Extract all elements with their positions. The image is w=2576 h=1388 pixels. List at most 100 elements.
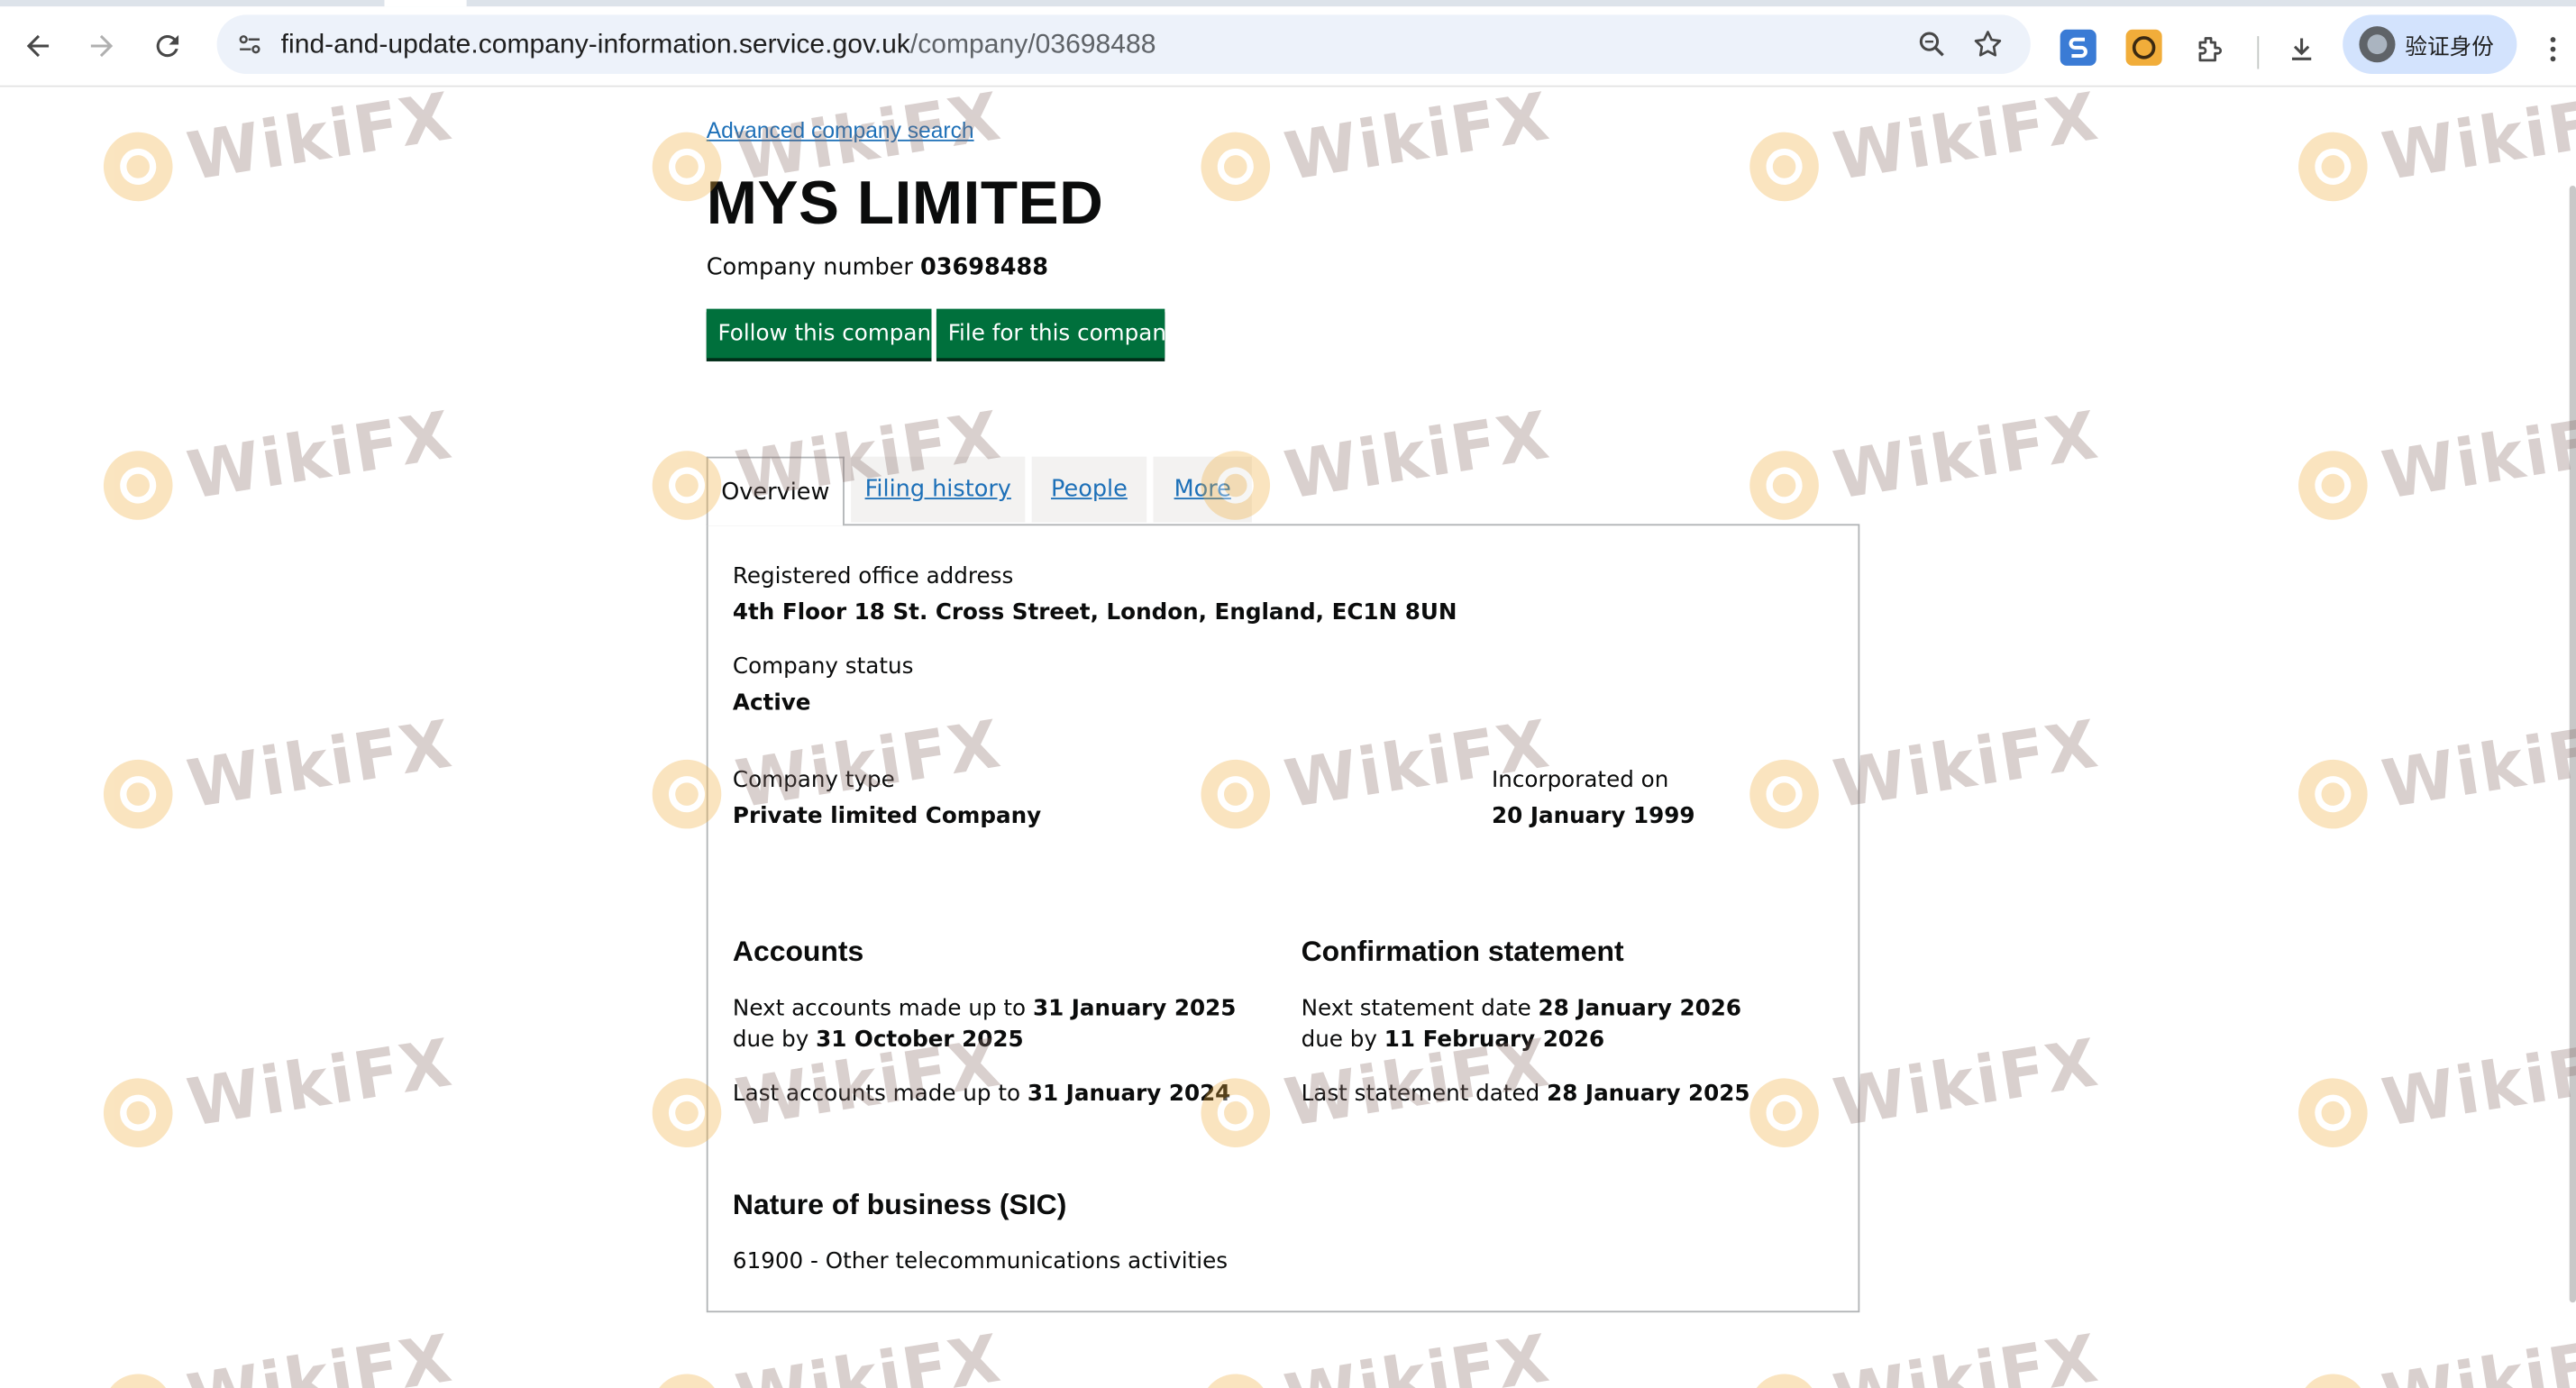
extension-wikifx-icon[interactable]	[2125, 29, 2162, 66]
company-status-value: Active	[732, 689, 811, 717]
statement-due-line: due by 11 February 2026	[1302, 1027, 1605, 1053]
browser-toolbar: find-and-update.company-information.serv…	[0, 6, 2576, 87]
watermark-text: WikiFX	[182, 1026, 458, 1143]
next-statement-value: 28 January 2026	[1538, 995, 1742, 1022]
page-scrollbar[interactable]	[2569, 185, 2576, 1303]
watermark-text: WikiFX	[1828, 707, 2105, 824]
statement-due-label: due by	[1301, 1027, 1377, 1054]
watermark-text: WikiFX	[1828, 1026, 2105, 1143]
extension-s-icon[interactable]	[2060, 29, 2096, 66]
wikifx-watermark: WikiFX	[1744, 398, 2104, 528]
wikifx-watermark: WikiFX	[98, 1321, 458, 1388]
wikifx-watermark: WikiFX	[98, 708, 458, 837]
forward-icon[interactable]	[82, 26, 122, 66]
avatar	[2359, 26, 2396, 63]
accounts-due-label: due by	[732, 1027, 809, 1054]
watermark-text: WikiFX	[1280, 397, 1556, 516]
wikifx-logo-icon	[2293, 754, 2373, 834]
next-accounts-line: Next accounts made up to 31 January 2025	[733, 995, 1236, 1021]
extensions-puzzle-icon[interactable]	[2190, 30, 2230, 69]
page-title: MYS LIMITED	[706, 169, 1104, 237]
watermark-text: WikiFX	[2377, 1321, 2576, 1388]
page-content: Advanced company search MYS LIMITED Comp…	[0, 87, 2576, 1388]
wikifx-watermark: WikiFX	[98, 87, 458, 210]
watermark-text: WikiFX	[182, 87, 458, 196]
next-statement-label: Next statement date	[1301, 995, 1531, 1022]
next-accounts-label: Next accounts made up to	[732, 995, 1027, 1022]
wikifx-logo-icon	[2293, 445, 2373, 525]
last-accounts-line: Last accounts made up to 31 January 2024	[733, 1081, 1230, 1107]
statement-due-value: 11 February 2026	[1384, 1027, 1605, 1054]
wikifx-watermark: WikiFX	[2293, 87, 2576, 210]
tab-filing-history[interactable]: Filing history	[851, 456, 1026, 523]
watermark-text: WikiFX	[2377, 87, 2576, 196]
last-accounts-value: 31 January 2024	[1027, 1081, 1231, 1108]
wikifx-logo-icon	[98, 754, 178, 834]
next-accounts-value: 31 January 2025	[1032, 995, 1237, 1022]
tab-more[interactable]: More	[1153, 456, 1252, 523]
watermark-text: WikiFX	[2377, 707, 2576, 824]
bookmark-star-icon[interactable]	[1969, 24, 2008, 64]
url-text[interactable]: find-and-update.company-information.serv…	[281, 28, 1156, 60]
wikifx-watermark: WikiFX	[647, 1321, 1007, 1388]
tab-people[interactable]: People	[1031, 456, 1147, 523]
download-icon[interactable]	[2282, 30, 2322, 69]
active-tab-indicator	[384, 0, 467, 7]
company-number-row: Company number 03698488	[707, 254, 1048, 280]
incorporated-label: Incorporated on	[1492, 767, 1669, 794]
registered-office-value: 4th Floor 18 St. Cross Street, London, E…	[732, 599, 1457, 626]
wikifx-watermark: WikiFX	[1195, 87, 1555, 210]
last-statement-label: Last statement dated	[1301, 1081, 1540, 1108]
incorporated-value: 20 January 1999	[1492, 803, 1695, 830]
wikifx-logo-icon	[2293, 1368, 2373, 1388]
zoom-icon[interactable]	[1913, 24, 1952, 64]
address-bar[interactable]: find-and-update.company-information.serv…	[216, 14, 2031, 75]
wikifx-logo-icon	[98, 127, 178, 206]
follow-company-button[interactable]: Follow this company	[706, 308, 945, 359]
confirmation-heading: Confirmation statement	[1301, 935, 1624, 968]
wikifx-watermark: WikiFX	[98, 1026, 458, 1155]
sic-heading: Nature of business (SIC)	[732, 1187, 1067, 1221]
last-statement-value: 28 January 2025	[1547, 1081, 1750, 1108]
wikifx-watermark: WikiFX	[2293, 1026, 2576, 1155]
profile-chip[interactable]: 验证身份	[2343, 14, 2517, 75]
url-path: /company/03698488	[909, 29, 1156, 59]
back-icon[interactable]	[18, 26, 58, 66]
wikifx-logo-icon	[1195, 127, 1275, 206]
overview-panel: Registered office address 4th Floor 18 S…	[706, 524, 1860, 1313]
company-type-value: Private limited Company	[732, 803, 1042, 830]
accounts-heading: Accounts	[732, 935, 864, 968]
wikifx-logo-icon	[2293, 1073, 2373, 1153]
last-accounts-label: Last accounts made up to	[732, 1081, 1021, 1108]
watermark-text: WikiFX	[182, 707, 458, 824]
company-type-label: Company type	[732, 767, 895, 794]
wikifx-watermark: WikiFX	[2293, 398, 2576, 528]
company-status-label: Company status	[732, 653, 914, 680]
sic-item: 61900 - Other telecommunications activit…	[732, 1248, 1229, 1275]
site-info-icon[interactable]	[230, 24, 269, 64]
tab-overview[interactable]: Overview	[706, 456, 845, 526]
wikifx-logo-icon	[1195, 1368, 1275, 1388]
wikifx-logo-icon	[647, 1368, 726, 1388]
tab-strip	[0, 0, 2576, 7]
next-statement-line: Next statement date 28 January 2026	[1302, 995, 1741, 1021]
file-for-company-button[interactable]: File for this company	[936, 308, 1179, 359]
watermark-text: WikiFX	[2377, 397, 2576, 516]
menu-kebab-icon[interactable]	[2534, 30, 2573, 69]
profile-label: 验证身份	[2405, 34, 2494, 61]
reload-icon[interactable]	[148, 26, 187, 66]
wikifx-logo-icon	[98, 1368, 178, 1388]
watermark-text: WikiFX	[2377, 1026, 2576, 1143]
company-number-label: Company number	[706, 254, 913, 281]
watermark-text: WikiFX	[1828, 1321, 2105, 1388]
wikifx-watermark: WikiFX	[98, 398, 458, 528]
wikifx-watermark: WikiFX	[1744, 1321, 2104, 1388]
advanced-search-link[interactable]: Advanced company search	[707, 118, 974, 142]
watermark-text: WikiFX	[1828, 87, 2105, 196]
wikifx-watermark: WikiFX	[1195, 1321, 1555, 1388]
wikifx-logo-icon	[98, 445, 178, 525]
toolbar-divider	[2257, 36, 2260, 69]
watermark-text: WikiFX	[182, 1321, 458, 1388]
wikifx-logo-icon	[98, 1073, 178, 1153]
wikifx-logo-icon	[1744, 127, 1824, 206]
